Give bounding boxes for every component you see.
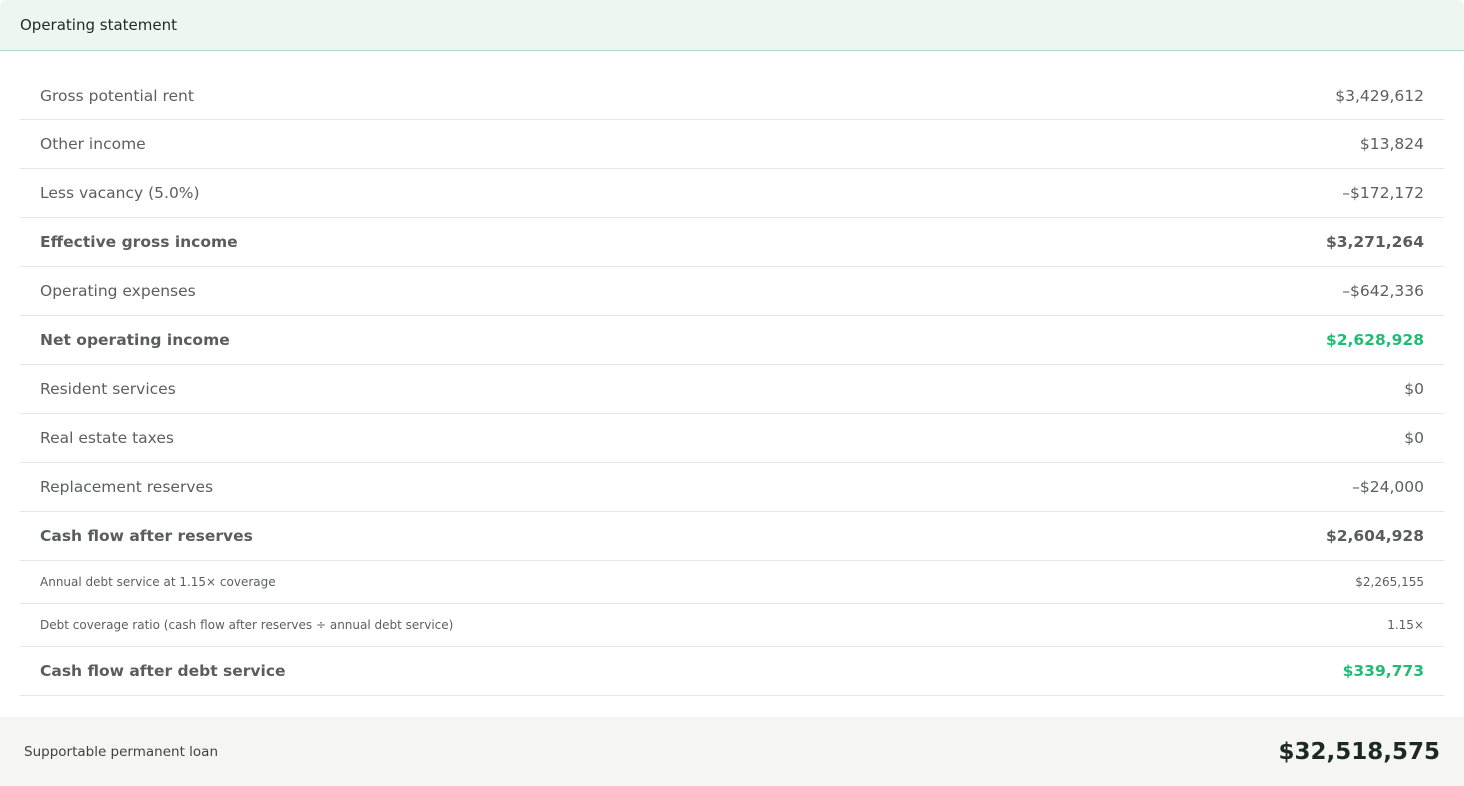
row-label: Less vacancy (5.0%) (40, 184, 200, 202)
row-operating-expenses: Operating expenses –$642,336 (20, 267, 1444, 316)
row-less-vacancy: Less vacancy (5.0%) –$172,172 (20, 169, 1444, 218)
row-label: Other income (40, 135, 146, 153)
row-label: Net operating income (40, 331, 230, 349)
row-value: $339,773 (1342, 662, 1424, 680)
row-effective-gross-income: Effective gross income $3,271,264 (20, 218, 1444, 267)
row-replacement-reserves: Replacement reserves –$24,000 (20, 463, 1444, 512)
operating-statement-card: Operating statement Gross potential rent… (0, 0, 1464, 786)
row-label: Replacement reserves (40, 478, 214, 496)
row-label: Cash flow after debt service (40, 662, 286, 680)
row-label: Real estate taxes (40, 429, 174, 447)
row-label: Effective gross income (40, 233, 238, 251)
row-other-income: Other income $13,824 (20, 120, 1444, 169)
row-label: Debt coverage ratio (cash flow after res… (40, 618, 454, 632)
row-value: –$172,172 (1342, 184, 1424, 202)
row-label: Annual debt service at 1.15× coverage (40, 575, 276, 589)
row-value: –$642,336 (1342, 282, 1424, 300)
row-label: Resident services (40, 380, 176, 398)
row-cash-flow-after-reserves: Cash flow after reserves $2,604,928 (20, 512, 1444, 561)
card-header: Operating statement (0, 0, 1464, 51)
row-value: $3,271,264 (1325, 233, 1424, 251)
row-cash-flow-after-debt-service: Cash flow after debt service $339,773 (20, 647, 1444, 696)
row-label: Cash flow after reserves (40, 527, 253, 545)
supportable-loan-label: Supportable permanent loan (24, 743, 219, 760)
row-value: $2,628,928 (1325, 331, 1424, 349)
row-gross-potential-rent: Gross potential rent $3,429,612 (20, 72, 1444, 120)
row-value: –$24,000 (1352, 478, 1424, 496)
row-real-estate-taxes: Real estate taxes $0 (20, 414, 1444, 463)
row-value: $2,604,928 (1325, 527, 1424, 545)
row-label: Operating expenses (40, 282, 196, 300)
row-label: Gross potential rent (40, 86, 194, 105)
row-resident-services: Resident services $0 (20, 365, 1444, 414)
loan-summary-footer: Supportable permanent loan $32,518,575 (0, 717, 1464, 786)
row-net-operating-income: Net operating income $2,628,928 (20, 316, 1444, 365)
card-title: Operating statement (20, 16, 177, 34)
row-value: $0 (1404, 429, 1424, 447)
row-value: $3,429,612 (1335, 86, 1424, 105)
supportable-loan-value: $32,518,575 (1278, 738, 1440, 765)
row-value: $13,824 (1359, 135, 1424, 153)
row-annual-debt-service: Annual debt service at 1.15× coverage $2… (20, 561, 1444, 604)
row-debt-coverage-ratio: Debt coverage ratio (cash flow after res… (20, 604, 1444, 647)
row-value: 1.15× (1387, 618, 1424, 632)
row-value: $0 (1404, 380, 1424, 398)
statement-table: Gross potential rent $3,429,612 Other in… (20, 72, 1444, 696)
row-value: $2,265,155 (1355, 575, 1424, 589)
